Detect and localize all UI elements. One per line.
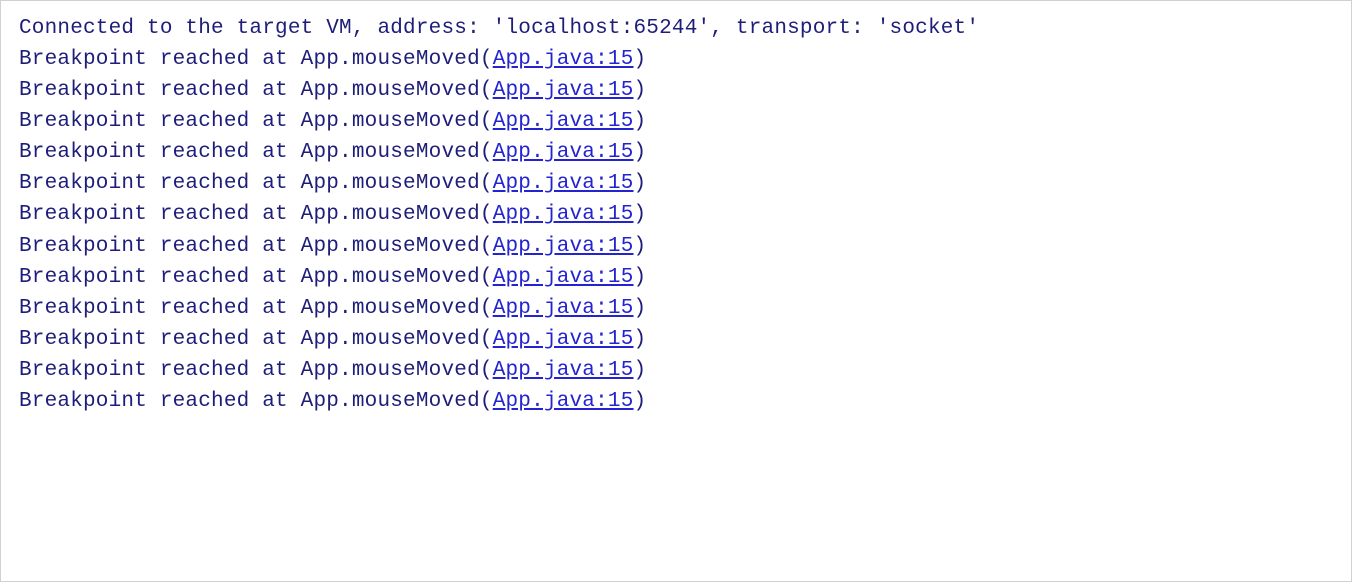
breakpoint-suffix: ) — [634, 203, 647, 226]
breakpoint-suffix: ) — [634, 48, 647, 71]
breakpoint-line: Breakpoint reached at App.mouseMoved(App… — [19, 293, 1333, 324]
source-file-link[interactable]: App.java:15 — [493, 297, 634, 320]
breakpoint-suffix: ) — [634, 235, 647, 258]
breakpoint-line: Breakpoint reached at App.mouseMoved(App… — [19, 106, 1333, 137]
source-file-link[interactable]: App.java:15 — [493, 390, 634, 413]
source-file-link[interactable]: App.java:15 — [493, 110, 634, 133]
breakpoint-prefix: Breakpoint reached at App.mouseMoved( — [19, 141, 493, 164]
breakpoint-prefix: Breakpoint reached at App.mouseMoved( — [19, 328, 493, 351]
breakpoint-line: Breakpoint reached at App.mouseMoved(App… — [19, 231, 1333, 262]
breakpoint-prefix: Breakpoint reached at App.mouseMoved( — [19, 266, 493, 289]
source-file-link[interactable]: App.java:15 — [493, 328, 634, 351]
breakpoint-line: Breakpoint reached at App.mouseMoved(App… — [19, 386, 1333, 417]
source-file-link[interactable]: App.java:15 — [493, 359, 634, 382]
source-file-link[interactable]: App.java:15 — [493, 266, 634, 289]
breakpoint-line: Breakpoint reached at App.mouseMoved(App… — [19, 355, 1333, 386]
breakpoint-prefix: Breakpoint reached at App.mouseMoved( — [19, 172, 493, 195]
breakpoint-suffix: ) — [634, 172, 647, 195]
breakpoint-prefix: Breakpoint reached at App.mouseMoved( — [19, 110, 493, 133]
breakpoint-line: Breakpoint reached at App.mouseMoved(App… — [19, 199, 1333, 230]
breakpoint-suffix: ) — [634, 390, 647, 413]
breakpoint-prefix: Breakpoint reached at App.mouseMoved( — [19, 79, 493, 102]
breakpoint-line: Breakpoint reached at App.mouseMoved(App… — [19, 262, 1333, 293]
debug-console-panel: Connected to the target VM, address: 'lo… — [0, 0, 1352, 582]
breakpoint-suffix: ) — [634, 266, 647, 289]
breakpoint-prefix: Breakpoint reached at App.mouseMoved( — [19, 48, 493, 71]
breakpoint-prefix: Breakpoint reached at App.mouseMoved( — [19, 359, 493, 382]
breakpoint-line: Breakpoint reached at App.mouseMoved(App… — [19, 168, 1333, 199]
breakpoint-suffix: ) — [634, 359, 647, 382]
source-file-link[interactable]: App.java:15 — [493, 79, 634, 102]
source-file-link[interactable]: App.java:15 — [493, 235, 634, 258]
breakpoint-prefix: Breakpoint reached at App.mouseMoved( — [19, 235, 493, 258]
console-connection-line: Connected to the target VM, address: 'lo… — [19, 13, 1333, 44]
breakpoint-suffix: ) — [634, 110, 647, 133]
breakpoint-suffix: ) — [634, 328, 647, 351]
breakpoint-prefix: Breakpoint reached at App.mouseMoved( — [19, 203, 493, 226]
breakpoint-line: Breakpoint reached at App.mouseMoved(App… — [19, 44, 1333, 75]
breakpoint-suffix: ) — [634, 141, 647, 164]
breakpoint-lines-container: Breakpoint reached at App.mouseMoved(App… — [19, 44, 1333, 417]
breakpoint-suffix: ) — [634, 79, 647, 102]
source-file-link[interactable]: App.java:15 — [493, 48, 634, 71]
breakpoint-line: Breakpoint reached at App.mouseMoved(App… — [19, 324, 1333, 355]
breakpoint-suffix: ) — [634, 297, 647, 320]
breakpoint-line: Breakpoint reached at App.mouseMoved(App… — [19, 75, 1333, 106]
breakpoint-prefix: Breakpoint reached at App.mouseMoved( — [19, 297, 493, 320]
source-file-link[interactable]: App.java:15 — [493, 172, 634, 195]
breakpoint-prefix: Breakpoint reached at App.mouseMoved( — [19, 390, 493, 413]
source-file-link[interactable]: App.java:15 — [493, 141, 634, 164]
source-file-link[interactable]: App.java:15 — [493, 203, 634, 226]
breakpoint-line: Breakpoint reached at App.mouseMoved(App… — [19, 137, 1333, 168]
